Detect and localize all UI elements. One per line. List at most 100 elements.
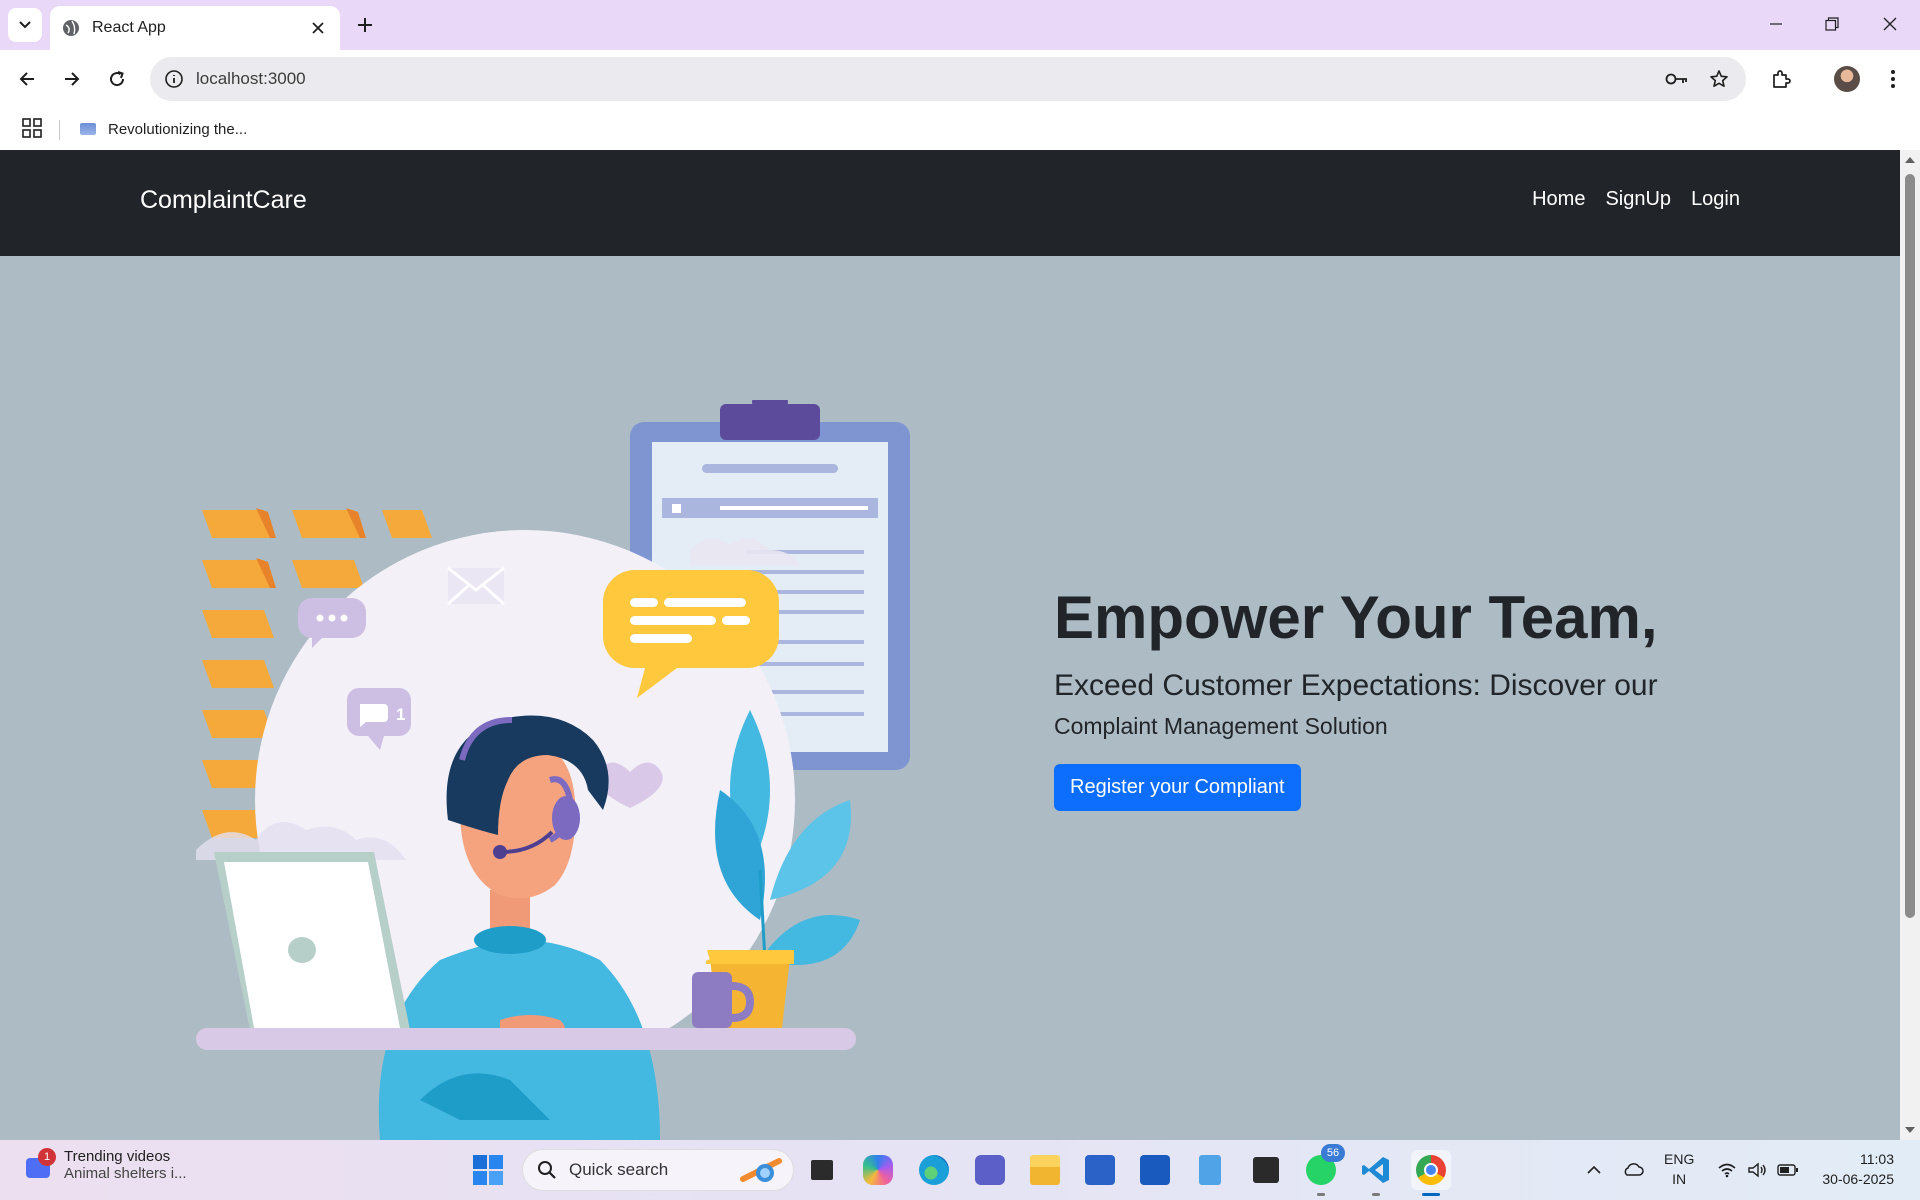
scrollbar-thumb[interactable]: [1905, 174, 1915, 918]
browser-tab-strip: React App: [0, 0, 1920, 50]
teams-app[interactable]: [970, 1150, 1010, 1190]
task-view-app[interactable]: [802, 1150, 842, 1190]
tab-title: React App: [92, 19, 166, 36]
store-icon: [1085, 1155, 1115, 1185]
wifi-tray[interactable]: [1714, 1150, 1740, 1190]
widget-icon: 1: [20, 1148, 56, 1182]
extensions-button[interactable]: [1764, 62, 1798, 96]
word-icon: [1140, 1155, 1170, 1185]
notepad-icon: [1199, 1155, 1221, 1185]
page-scrollbar[interactable]: [1900, 150, 1920, 1140]
restore-button[interactable]: [1804, 0, 1860, 48]
customer-support-illustration: 1: [196, 400, 910, 1140]
envelope-icon: [446, 566, 506, 606]
minimize-button[interactable]: [1748, 0, 1804, 48]
widget-badge: 1: [38, 1148, 56, 1166]
bookmark-favicon: [80, 123, 96, 135]
browser-tab-active[interactable]: React App: [50, 6, 340, 50]
running-indicator-active: [1422, 1193, 1440, 1196]
register-complaint-button[interactable]: Register your Compliant: [1054, 764, 1301, 811]
forward-button[interactable]: [55, 62, 89, 96]
wifi-icon: [1718, 1163, 1736, 1178]
running-indicator: [1317, 1193, 1325, 1196]
chrome-icon: [1416, 1155, 1446, 1185]
store-app[interactable]: [1080, 1150, 1120, 1190]
menu-dots-icon: [1891, 70, 1895, 88]
teams-icon: [975, 1155, 1005, 1185]
copilot-app[interactable]: [858, 1150, 898, 1190]
chevron-down-icon: [19, 21, 31, 29]
star-icon[interactable]: [1704, 64, 1734, 94]
bookmarks-bar: Revolutionizing the...: [0, 108, 1920, 150]
clock-date: 30-06-2025: [1822, 1170, 1894, 1187]
profile-button[interactable]: [1830, 62, 1864, 96]
scroll-up-arrow-icon[interactable]: [1904, 154, 1916, 166]
url-text[interactable]: localhost:3000: [196, 69, 1662, 89]
widget-title: Trending videos: [64, 1148, 171, 1165]
bookmark-item[interactable]: Revolutionizing the...: [80, 116, 247, 142]
speaker-icon: [1748, 1162, 1766, 1178]
volume-tray[interactable]: [1744, 1150, 1770, 1190]
brand-logo[interactable]: ComplaintCare: [140, 186, 307, 215]
taskbar-search[interactable]: Quick search: [522, 1149, 794, 1191]
chat-count-text: 1: [396, 705, 405, 724]
wps-app[interactable]: [1246, 1150, 1286, 1190]
nav-link-signup[interactable]: SignUp: [1605, 188, 1671, 211]
page-viewport: ComplaintCare Home SignUp Login 1 Empowe…: [0, 150, 1920, 1140]
window-close-button[interactable]: [1862, 0, 1918, 48]
battery-tray[interactable]: [1774, 1150, 1802, 1190]
tab-search-button[interactable]: [8, 8, 42, 42]
widget-subtitle: Animal shelters i...: [64, 1165, 187, 1182]
back-arrow-icon: [19, 72, 34, 86]
word-app[interactable]: [1135, 1150, 1175, 1190]
plus-icon: [358, 18, 372, 32]
globe-icon: [62, 19, 80, 37]
minimize-icon: [1770, 23, 1782, 25]
window-close-icon: [1883, 17, 1897, 31]
site-info-icon[interactable]: [164, 69, 184, 89]
hero-subtitle-line1: Exceed Customer Expectations: Discover o…: [1054, 669, 1658, 702]
profile-avatar: [1834, 66, 1860, 92]
tray-overflow-button[interactable]: [1582, 1150, 1606, 1190]
news-widget[interactable]: 1 Trending videos Animal shelters i...: [20, 1148, 187, 1182]
whatsapp-app[interactable]: 56: [1301, 1144, 1345, 1196]
search-highlight-icon: [740, 1158, 782, 1182]
file-explorer-app[interactable]: [1025, 1150, 1065, 1190]
close-icon[interactable]: [308, 18, 328, 38]
vscode-app[interactable]: [1356, 1150, 1396, 1196]
browser-menu-button[interactable]: [1876, 62, 1910, 96]
extensions-icon: [1773, 70, 1791, 88]
task-view-icon: [811, 1160, 833, 1180]
language-indicator[interactable]: ENG IN: [1664, 1150, 1694, 1189]
address-bar[interactable]: localhost:3000: [150, 57, 1746, 101]
desk-decoration: [196, 1028, 856, 1050]
chevron-up-icon: [1587, 1165, 1601, 1174]
hero-subtitle-line2: Complaint Management Solution: [1054, 713, 1388, 739]
key-icon[interactable]: [1662, 64, 1692, 94]
windows-start-icon[interactable]: [472, 1154, 504, 1186]
nav-links: Home SignUp Login: [1532, 188, 1740, 211]
cloud-sync-icon: [1624, 1163, 1644, 1176]
edge-app[interactable]: [914, 1150, 954, 1190]
browser-toolbar: localhost:3000: [0, 50, 1920, 108]
system-clock[interactable]: 11:03 30-06-2025: [1814, 1150, 1894, 1189]
reload-icon: [110, 71, 125, 87]
search-placeholder: Quick search: [569, 1160, 669, 1179]
new-tab-button[interactable]: [352, 12, 378, 38]
onedrive-tray[interactable]: [1620, 1150, 1646, 1190]
back-button[interactable]: [10, 62, 44, 96]
nav-link-login[interactable]: Login: [1691, 188, 1740, 211]
chrome-app[interactable]: [1411, 1150, 1451, 1196]
wps-writer-icon: [1253, 1157, 1279, 1183]
forward-arrow-icon: [65, 72, 80, 86]
nav-link-home[interactable]: Home: [1532, 188, 1585, 211]
scroll-down-arrow-icon[interactable]: [1904, 1124, 1916, 1136]
folder-icon: [1030, 1155, 1060, 1185]
reload-button[interactable]: [100, 62, 134, 96]
hero-text-block: Empower Your Team, Exceed Customer Expec…: [1054, 585, 1734, 811]
battery-icon: [1777, 1164, 1798, 1176]
site-navbar: ComplaintCare Home SignUp Login: [0, 150, 1900, 256]
apps-grid-icon[interactable]: [22, 118, 42, 138]
edge-icon: [919, 1155, 949, 1185]
notepad-app[interactable]: [1190, 1150, 1230, 1190]
